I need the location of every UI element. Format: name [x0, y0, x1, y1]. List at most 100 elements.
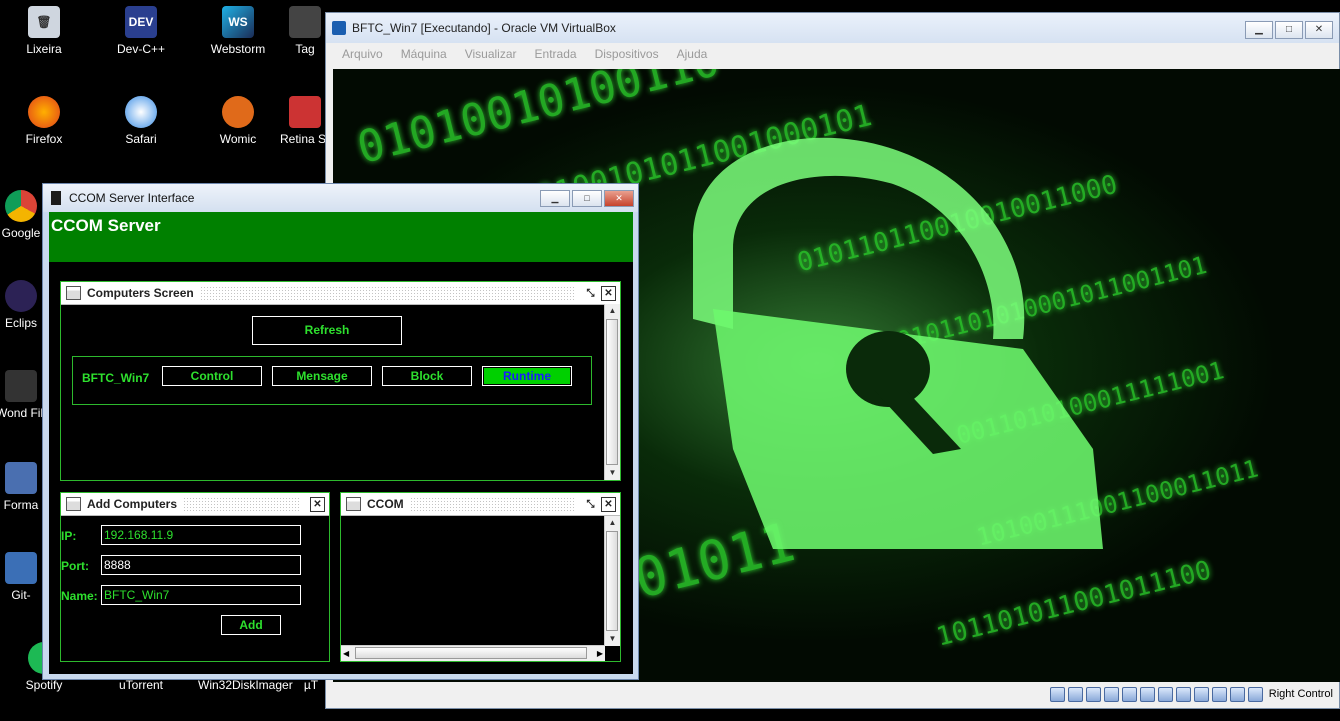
menu-ajuda[interactable]: Ajuda	[677, 47, 708, 61]
computers-screen-title: Computers Screen	[87, 286, 194, 300]
block-button[interactable]: Block	[382, 366, 472, 386]
control-button[interactable]: Control	[162, 366, 262, 386]
desktop-icon-git[interactable]: Git-	[0, 552, 46, 602]
scroll-right-icon[interactable]: ▶	[597, 646, 603, 661]
eclipse-icon	[5, 280, 37, 312]
computer-row: BFTC_Win7 Control Mensage Block Runtime	[72, 356, 592, 405]
java-icon	[51, 191, 61, 205]
ip-input[interactable]: 192.168.11.9	[101, 525, 301, 545]
desktop-icon-retina[interactable]: Retina Securi	[280, 96, 352, 146]
desktop-icon-wondershare[interactable]: Wond Filr	[0, 370, 47, 420]
desktop-icon-devcpp[interactable]: DEV Dev-C++	[101, 6, 181, 56]
menu-maquina[interactable]: Máquina	[401, 47, 447, 61]
desktop-icon-webstorm[interactable]: WS Webstorm	[198, 6, 278, 56]
virtualization-icon[interactable]	[1211, 686, 1227, 702]
format-icon	[5, 462, 37, 494]
vbox-title: BFTC_Win7 [Executando] - Oracle VM Virtu…	[352, 21, 616, 35]
scroll-up-icon[interactable]: ▲	[605, 516, 620, 530]
vbox-titlebar[interactable]: BFTC_Win7 [Executando] - Oracle VM Virtu…	[326, 13, 1339, 43]
scroll-down-icon[interactable]: ▼	[605, 466, 620, 480]
menu-visualizar[interactable]: Visualizar	[465, 47, 517, 61]
app-icon	[289, 6, 321, 38]
window-icon	[66, 286, 81, 300]
webstorm-icon: WS	[222, 6, 254, 38]
firefox-icon	[28, 96, 60, 128]
ccom-header: CCOM Server	[49, 212, 633, 262]
desktop-icon-safari[interactable]: Safari	[101, 96, 181, 146]
ccom-window: CCOM Server Interface ▁ □ ✕ CCOM Server …	[42, 183, 639, 680]
keyboard-icon[interactable]	[1247, 686, 1263, 702]
close-icon[interactable]: ✕	[601, 285, 616, 301]
git-icon	[5, 552, 37, 584]
hdd-icon[interactable]	[1049, 686, 1065, 702]
desktop-icon-eclipse[interactable]: Eclips	[0, 280, 46, 330]
audio-icon[interactable]	[1085, 686, 1101, 702]
maximize-icon[interactable]: □	[1275, 21, 1303, 39]
shared-folder-icon[interactable]	[1139, 686, 1155, 702]
computer-name: BFTC_Win7	[82, 371, 150, 385]
close-icon[interactable]: ✕	[601, 496, 616, 512]
log-vertical-scrollbar[interactable]: ▲ ▼	[604, 516, 620, 646]
menu-arquivo[interactable]: Arquivo	[342, 47, 383, 61]
port-label: Port:	[61, 559, 89, 573]
ccom-window-title: CCOM Server Interface	[69, 191, 195, 205]
vbox-window-controls: ▁ □ ✕	[1245, 21, 1333, 39]
desktop-icon-format[interactable]: Forma	[0, 462, 46, 512]
ccom-log-title: CCOM	[367, 497, 404, 511]
ccom-desktop-pane: CCOM Server Computers Screen ⤡ ✕ Refresh…	[49, 212, 633, 674]
vbox-statusbar: Right Control	[326, 680, 1339, 708]
ccom-log-titlebar[interactable]: CCOM ⤡ ✕	[341, 493, 620, 516]
womic-icon	[222, 96, 254, 128]
message-button[interactable]: Mensage	[272, 366, 372, 386]
maximize-icon[interactable]: □	[572, 190, 602, 207]
add-computers-titlebar[interactable]: Add Computers ✕	[61, 493, 329, 516]
ccom-log-frame: CCOM ⤡ ✕ ▲ ▼ ◀ ▶	[340, 492, 621, 662]
ccom-header-title: CCOM Server	[51, 216, 161, 235]
window-icon	[346, 497, 361, 511]
port-input[interactable]: 8888	[101, 555, 301, 575]
desktop-icon-firefox[interactable]: Firefox	[4, 96, 84, 146]
name-input[interactable]: BFTC_Win7	[101, 585, 301, 605]
scroll-up-icon[interactable]: ▲	[605, 304, 620, 318]
devcpp-icon: DEV	[125, 6, 157, 38]
desktop-icon-tag[interactable]: Tag	[280, 6, 330, 56]
virtualbox-icon	[332, 21, 346, 35]
scroll-thumb[interactable]	[606, 319, 618, 465]
safari-icon	[125, 96, 157, 128]
minimize-icon[interactable]: ▁	[1245, 21, 1273, 39]
add-computers-frame: Add Computers ✕ IP: 192.168.11.9 Port: 8…	[60, 492, 330, 662]
host-key-label: Right Control	[1268, 688, 1333, 700]
usb-icon[interactable]	[1121, 686, 1137, 702]
restore-icon[interactable]: ⤡	[584, 497, 597, 511]
log-horizontal-scrollbar[interactable]: ◀ ▶	[341, 645, 605, 661]
cd-icon[interactable]	[1067, 686, 1083, 702]
close-icon[interactable]: ✕	[604, 190, 634, 207]
display-icon[interactable]	[1157, 686, 1173, 702]
menu-dispositivos[interactable]: Dispositivos	[595, 47, 659, 61]
computers-screen-titlebar[interactable]: Computers Screen ⤡ ✕	[61, 282, 620, 305]
runtime-button[interactable]: Runtime	[482, 366, 572, 386]
network-icon[interactable]	[1103, 686, 1119, 702]
desktop-icon-womic[interactable]: Womic	[198, 96, 278, 146]
cpu-icon[interactable]	[1193, 686, 1209, 702]
scroll-left-icon[interactable]: ◀	[343, 646, 349, 661]
restore-icon[interactable]: ⤡	[584, 286, 597, 300]
close-icon[interactable]: ✕	[310, 496, 325, 512]
refresh-button[interactable]: Refresh	[252, 316, 402, 345]
mouse-icon[interactable]	[1229, 686, 1245, 702]
scroll-down-icon[interactable]: ▼	[605, 632, 620, 646]
ccom-log-area[interactable]	[341, 516, 605, 643]
desktop-icon-lixeira[interactable]: 🗑 Lixeira	[4, 6, 84, 56]
desktop-icon-chrome[interactable]: Google	[0, 190, 46, 240]
menu-entrada[interactable]: Entrada	[535, 47, 577, 61]
close-icon[interactable]: ✕	[1305, 21, 1333, 39]
window-icon	[66, 497, 81, 511]
retina-icon	[289, 96, 321, 128]
computers-vertical-scrollbar[interactable]: ▲ ▼	[604, 304, 620, 480]
scroll-thumb[interactable]	[355, 647, 587, 659]
add-button[interactable]: Add	[221, 615, 281, 635]
minimize-icon[interactable]: ▁	[540, 190, 570, 207]
video-capture-icon[interactable]	[1175, 686, 1191, 702]
scroll-thumb[interactable]	[606, 531, 618, 631]
ccom-titlebar[interactable]: CCOM Server Interface ▁ □ ✕	[43, 184, 638, 212]
